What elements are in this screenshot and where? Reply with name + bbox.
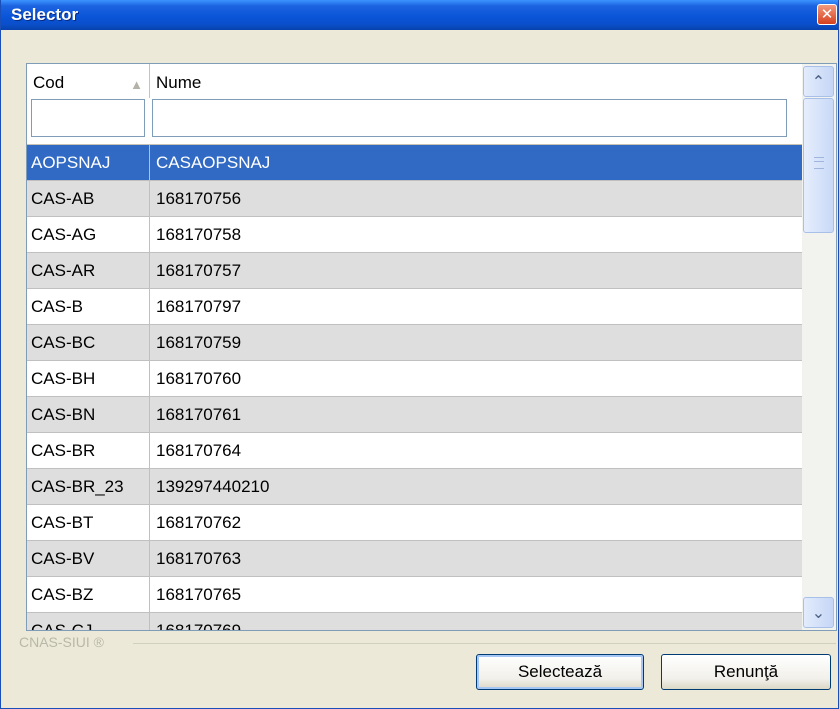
cell-nume: 168170760 (156, 369, 242, 388)
grid-rows: AOPSNAJ CASAOPSNAJ CAS-AB 168170756 CAS-AG 16… (27, 145, 803, 631)
cell-nume: CASAOPSNAJ (156, 153, 271, 172)
chevron-up-icon: ⌃ (811, 72, 826, 91)
table-row[interactable]: CAS-BT 168170762 (27, 505, 803, 541)
cell-cod: CAS-BV (27, 541, 150, 576)
cell-cod: CAS-BT (27, 505, 150, 540)
cell-cod: CAS-B (27, 289, 150, 324)
cell-nume: 168170797 (156, 297, 242, 316)
cell-nume: 168170757 (156, 261, 242, 280)
close-button[interactable]: ✕ (817, 4, 837, 25)
cell-nume: 168170765 (156, 585, 242, 604)
cell-cod: CAS-AR (27, 253, 150, 288)
close-icon: ✕ (820, 5, 834, 23)
table-row[interactable]: CAS-BC 168170759 (27, 325, 803, 361)
table-row[interactable]: CAS-BV 168170763 (27, 541, 803, 577)
table-row[interactable]: CAS-AG 168170758 (27, 217, 803, 253)
sort-ascending-icon: ▲ (130, 77, 143, 92)
cell-nume: 168170769 (156, 621, 242, 631)
cell-nume: 168170764 (156, 441, 242, 460)
table-row[interactable]: AOPSNAJ CASAOPSNAJ (27, 145, 803, 181)
selector-dialog: Selector ✕ Cod ▲ Nume AOPSNAJ CASAOPSNAJ C… (0, 0, 839, 709)
window-title: Selector (11, 5, 79, 24)
cell-cod: CAS-BN (27, 397, 150, 432)
title-bar[interactable]: Selector ✕ (1, 0, 838, 30)
cell-nume: 168170762 (156, 513, 242, 532)
scroll-up-button[interactable]: ⌃ (803, 66, 834, 97)
selector-grid: Cod ▲ Nume AOPSNAJ CASAOPSNAJ CAS-AB 168170… (26, 63, 837, 631)
column-header-nume[interactable]: Nume (150, 64, 803, 98)
column-header-nume-label: Nume (156, 73, 202, 92)
cell-cod: CAS-BR_23 (27, 469, 150, 504)
cell-cod: CAS-BZ (27, 577, 150, 612)
table-row[interactable]: CAS-AB 168170756 (27, 181, 803, 217)
grip-icon (814, 157, 824, 169)
chevron-down-icon: ⌄ (811, 603, 826, 622)
cell-cod: CAS-BR (27, 433, 150, 468)
cancel-button[interactable]: Renunţă (661, 654, 831, 690)
cell-cod: CAS-AG (27, 217, 150, 252)
table-row[interactable]: CAS-BR_23 139297440210 (27, 469, 803, 505)
cell-nume: 168170759 (156, 333, 242, 352)
filter-nume-input[interactable] (152, 99, 787, 137)
grid-header: Cod ▲ Nume (27, 64, 803, 98)
brand-label: CNAS-SIUI ® (19, 634, 106, 650)
filter-row (27, 98, 803, 145)
table-row[interactable]: CAS-BH 168170760 (27, 361, 803, 397)
vertical-scrollbar[interactable]: ⌃ ⌄ (802, 64, 836, 630)
scroll-thumb[interactable] (803, 98, 834, 233)
column-header-cod[interactable]: Cod ▲ (27, 64, 150, 98)
cell-cod: CAS-BC (27, 325, 150, 360)
cell-cod: CAS-AB (27, 181, 150, 216)
cell-nume: 168170763 (156, 549, 242, 568)
cell-nume: 168170756 (156, 189, 242, 208)
filter-cod-input[interactable] (31, 99, 145, 137)
table-row[interactable]: CAS-AR 168170757 (27, 253, 803, 289)
cell-nume: 139297440210 (156, 477, 270, 496)
footer-divider (133, 643, 836, 644)
table-row[interactable]: CAS-CJ 168170769 (27, 613, 803, 631)
column-header-cod-label: Cod (33, 73, 65, 92)
cell-nume: 168170758 (156, 225, 242, 244)
cell-nume: 168170761 (156, 405, 242, 424)
cell-cod: CAS-CJ (27, 613, 150, 630)
table-row[interactable]: CAS-B 168170797 (27, 289, 803, 325)
table-row[interactable]: CAS-BN 168170761 (27, 397, 803, 433)
cell-cod: CAS-BH (27, 361, 150, 396)
table-row[interactable]: CAS-BR 168170764 (27, 433, 803, 469)
cell-cod: AOPSNAJ (27, 145, 150, 180)
table-row[interactable]: CAS-BZ 168170765 (27, 577, 803, 613)
scroll-down-button[interactable]: ⌄ (803, 597, 834, 628)
select-button[interactable]: Selectează (476, 654, 644, 690)
